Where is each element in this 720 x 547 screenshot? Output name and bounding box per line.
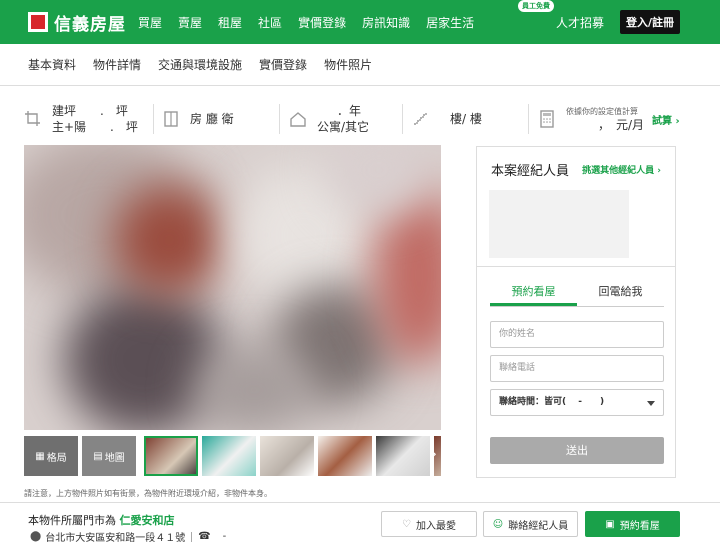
agent-title: 本案經紀人員 xyxy=(491,164,570,179)
mortgage-label: 依據你的設定值計算 xyxy=(566,106,638,116)
add-favorite-button[interactable]: ♡ 加入最愛 xyxy=(381,511,477,537)
phone-icon: ☎ xyxy=(198,531,211,542)
map-icon: ▤ xyxy=(93,450,103,462)
tab-callback[interactable]: 回電給我 xyxy=(577,281,664,306)
floor-value: 樓/ 樓 xyxy=(450,112,482,126)
area-cell: 建坪 . 坪 主+陽 . 坪 xyxy=(24,103,138,135)
contact-time-select[interactable]: 聯絡時間：皆可( - ) xyxy=(490,389,664,416)
store-link[interactable]: 仁愛安和店 xyxy=(120,514,175,527)
brand-logo[interactable]: 信義房屋 xyxy=(28,10,126,35)
talent-link[interactable]: 人才招募 xyxy=(556,16,604,30)
address-line: ⬤ 台北市大安區安和路一段４１號 ☎ - xyxy=(30,529,226,544)
thumb-map[interactable]: ▤ 地圖 xyxy=(82,436,136,476)
agent-panel: 本案經紀人員 挑選其他經紀人員 › 預約看屋 回電給我 你的姓名 聯絡電話 聯絡… xyxy=(476,146,676,478)
thumb-photo-3[interactable] xyxy=(260,436,314,476)
tab-transport-environment[interactable]: 交通與環境設施 xyxy=(158,56,242,73)
thumb-photo-1[interactable] xyxy=(144,436,198,476)
layout-value: 房 廳 衛 xyxy=(190,112,234,126)
photo-thumbnails: ▦ 格局 ▤ 地圖 › xyxy=(24,436,441,476)
photo-notice: 請注意，上方物件照片如有街景，為物件附近環境介紹，非物件本身。 xyxy=(24,489,272,498)
main-area: 主+陽 . 坪 xyxy=(52,120,138,134)
location-pin-icon: ⬤ xyxy=(30,531,42,542)
person-icon: ☺ xyxy=(492,518,504,530)
mortgage-value: ， 元/月 xyxy=(598,117,645,132)
age-cell: ．年 公寓/其它 xyxy=(289,103,369,135)
thumb-layout[interactable]: ▦ 格局 xyxy=(24,436,78,476)
nav-item-living[interactable]: 居家生活 xyxy=(426,14,474,31)
main-photo[interactable] xyxy=(24,145,441,430)
brand-name: 信義房屋 xyxy=(54,14,126,35)
nav-item-knowledge[interactable]: 房訊知識 xyxy=(362,14,410,31)
main-nav: 買屋 賣屋 租屋 社區 實價登錄 房訊知識 居家生活 xyxy=(138,14,490,31)
calc-link[interactable]: 試算 › xyxy=(652,112,680,127)
nav-item-community[interactable]: 社區 xyxy=(258,14,282,31)
tab-book-viewing[interactable]: 預約看屋 xyxy=(490,281,577,306)
bottom-bar: 本物件所屬門市為 仁愛安和店 ⬤ 台北市大安區安和路一段４１號 ☎ - ♡ 加入… xyxy=(0,502,720,547)
thumb-photo-5[interactable] xyxy=(376,436,430,476)
address: 台北市大安區安和路一段４１號 xyxy=(45,533,186,544)
section-nav: 基本資料 物件詳情 交通與環境設施 實價登錄 物件照片 xyxy=(0,44,720,86)
calendar-check-icon: ▣ xyxy=(605,518,615,530)
phone-input[interactable]: 聯絡電話 xyxy=(490,355,664,382)
agent-card[interactable] xyxy=(489,190,629,258)
name-input[interactable]: 你的姓名 xyxy=(490,321,664,348)
calculator-icon xyxy=(540,110,554,128)
tab-property-photos[interactable]: 物件照片 xyxy=(324,56,372,73)
floor-cell: 樓/ 樓 xyxy=(412,103,482,135)
contact-agent-button[interactable]: ☺ 聯絡經紀人員 xyxy=(483,511,578,537)
tab-basic-info[interactable]: 基本資料 xyxy=(28,56,76,73)
door-icon xyxy=(164,111,178,127)
logo-icon xyxy=(28,12,48,32)
tab-property-details[interactable]: 物件詳情 xyxy=(93,56,141,73)
building-age: ．年 xyxy=(337,104,362,118)
nav-item-rent[interactable]: 租屋 xyxy=(218,14,242,31)
mortgage-cell: 依據你的設定值計算 ， 元/月 試算 › xyxy=(538,103,680,135)
nav-item-sell[interactable]: 賣屋 xyxy=(178,14,202,31)
agent-tabs: 預約看屋 回電給我 xyxy=(490,281,664,307)
property-summary: 建坪 . 坪 主+陽 . 坪 房 廳 衛 ．年 公寓/其它 樓/ 樓 依據你的設… xyxy=(0,95,720,143)
caret-down-icon xyxy=(647,401,655,406)
nav-item-buy[interactable]: 買屋 xyxy=(138,14,162,31)
building-area: 建坪 . 坪 xyxy=(52,104,128,118)
thumb-photo-4[interactable] xyxy=(318,436,372,476)
home-icon xyxy=(290,112,306,127)
pick-agent-link[interactable]: 挑選其他經紀人員 › xyxy=(582,163,661,176)
top-navbar: 信義房屋 買屋 賣屋 租屋 社區 實價登錄 房訊知識 居家生活 員工免費 人才招… xyxy=(0,0,720,44)
store-info: 本物件所屬門市為 仁愛安和店 xyxy=(28,514,175,527)
nav-right: 員工免費 人才招募 登入/註冊 xyxy=(517,0,680,44)
phone-value: - xyxy=(222,531,227,542)
submit-button[interactable]: 送出 xyxy=(490,437,664,464)
building-type: 公寓/其它 xyxy=(317,120,370,134)
chevron-right-icon[interactable]: › xyxy=(431,444,437,463)
book-viewing-button[interactable]: ▣ 預約看屋 xyxy=(585,511,680,537)
floorplan-icon: ▦ xyxy=(35,450,45,462)
login-button[interactable]: 登入/註冊 xyxy=(619,10,680,34)
tab-price-registry[interactable]: 實價登錄 xyxy=(259,56,307,73)
crop-icon xyxy=(25,111,40,126)
stairs-icon xyxy=(414,112,427,125)
layout-cell: 房 廳 衛 xyxy=(162,103,234,135)
thumb-photo-2[interactable] xyxy=(202,436,256,476)
talent-badge: 員工免費 xyxy=(517,0,554,12)
nav-item-price-registry[interactable]: 實價登錄 xyxy=(298,14,346,31)
heart-icon: ♡ xyxy=(402,518,411,530)
